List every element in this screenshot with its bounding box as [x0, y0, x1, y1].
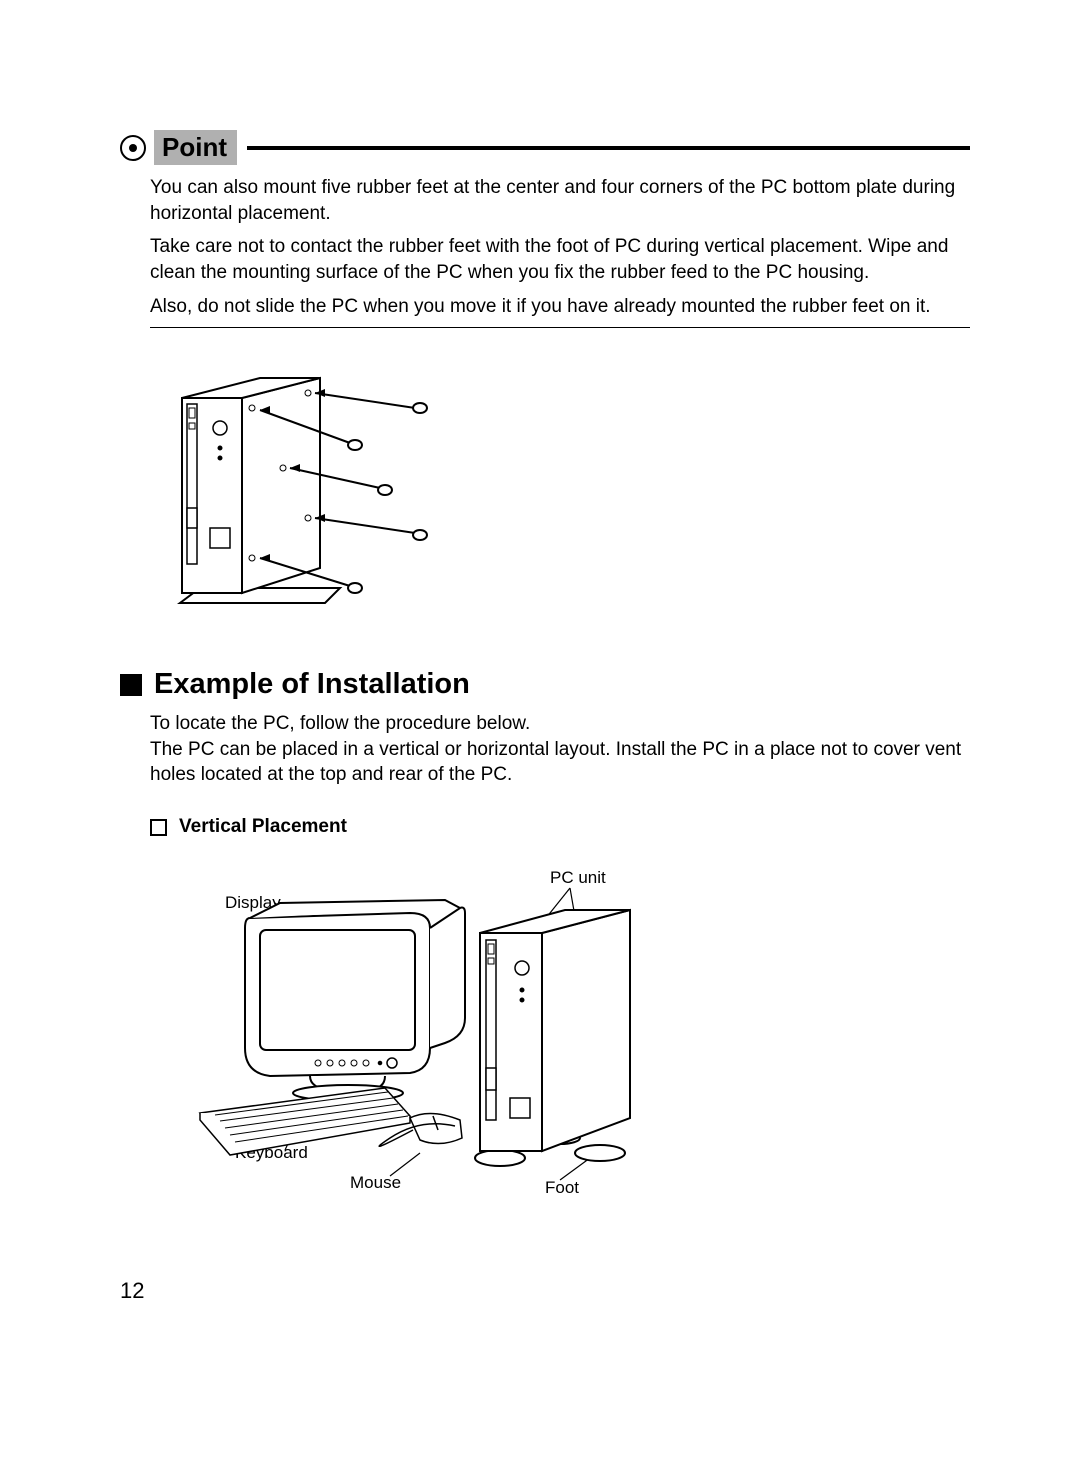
- sub-heading: Vertical Placement: [150, 816, 970, 838]
- label-mouse: Mouse: [350, 1173, 401, 1192]
- vertical-placement-diagram: PC unit Display Keyboard Mouse Foot: [160, 858, 680, 1218]
- manual-page: Point You can also mount five rubber fee…: [0, 0, 1080, 1364]
- point-callout-header: Point: [120, 130, 970, 165]
- point-paragraph: Also, do not slide the PC when you move …: [150, 294, 970, 320]
- label-pcunit: PC unit: [550, 868, 606, 887]
- filled-square-icon: [120, 674, 142, 696]
- section-intro: To locate the PC, follow the procedure b…: [150, 711, 970, 737]
- point-paragraph: Take care not to contact the rubber feet…: [150, 234, 970, 285]
- section-heading-text: Example of Installation: [154, 668, 470, 701]
- thin-rule: [150, 327, 970, 328]
- rubber-feet-diagram: [170, 368, 470, 628]
- point-label: Point: [154, 130, 237, 165]
- target-icon: [120, 135, 146, 161]
- page-number: 12: [120, 1278, 970, 1304]
- point-paragraph: You can also mount five rubber feet at t…: [150, 175, 970, 226]
- sub-heading-text: Vertical Placement: [179, 816, 347, 838]
- hollow-square-icon: [150, 819, 167, 836]
- heavy-rule: [247, 146, 970, 150]
- section-body: The PC can be placed in a vertical or ho…: [150, 737, 970, 788]
- section-heading: Example of Installation: [120, 668, 970, 701]
- label-foot: Foot: [545, 1178, 579, 1197]
